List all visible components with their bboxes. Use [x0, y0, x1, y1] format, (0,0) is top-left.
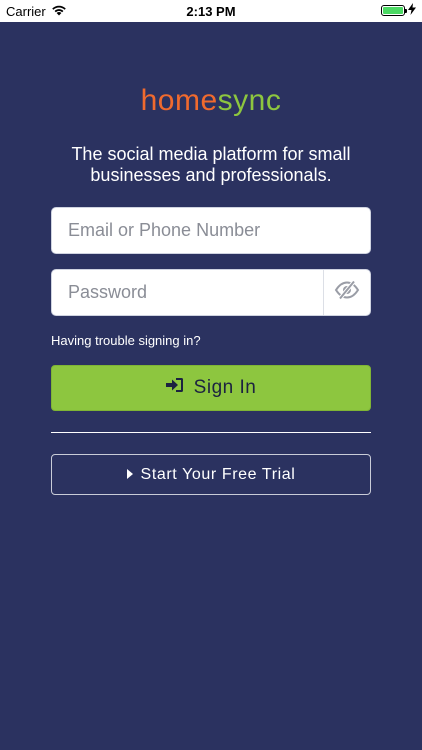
status-time: 2:13 PM [186, 4, 236, 19]
free-trial-label: Start Your Free Trial [140, 465, 296, 483]
battery-level [383, 7, 403, 14]
sign-in-icon [165, 377, 184, 399]
sign-in-label: Sign In [193, 377, 257, 398]
logo-text-home: home [140, 84, 218, 117]
tagline: The social media platform for small busi… [71, 144, 351, 185]
password-visibility-toggle[interactable] [323, 270, 370, 315]
free-trial-button[interactable]: Start Your Free Trial [51, 454, 371, 495]
trouble-signing-in-link[interactable]: Having trouble signing in? [51, 333, 201, 348]
logo-text-sync: sync [217, 84, 282, 117]
charging-bolt-icon [408, 3, 416, 18]
status-right [381, 3, 416, 18]
battery-icon [381, 5, 407, 16]
status-bar: Carrier 2:13 PM [0, 0, 422, 22]
eye-slash-icon [334, 280, 360, 305]
password-input[interactable] [52, 270, 324, 315]
caret-right-icon [126, 466, 133, 484]
sign-in-button[interactable]: Sign In [51, 365, 371, 411]
password-field-container [51, 269, 371, 316]
email-field-container [51, 207, 371, 254]
divider [51, 432, 371, 433]
app-logo: homesync [0, 84, 422, 118]
email-input[interactable] [52, 208, 370, 253]
login-screen: Carrier 2:13 PM homesync The social medi… [0, 0, 422, 750]
